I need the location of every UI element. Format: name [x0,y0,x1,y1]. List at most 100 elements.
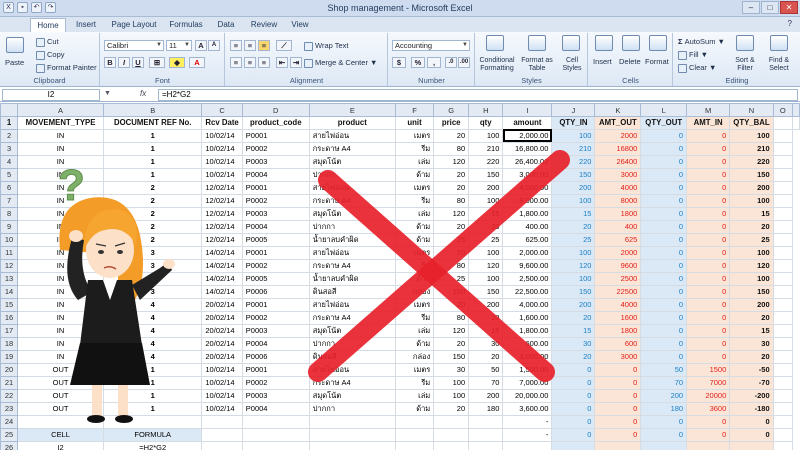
cell-n7[interactable]: 100 [729,193,774,208]
cell-e8[interactable]: สมุดโน้ต [308,206,396,221]
shrink-font-button[interactable]: A [208,40,220,51]
grow-font-button[interactable]: A [195,40,207,51]
increase-indent-icon[interactable]: ⇥ [290,57,302,68]
fx-icon[interactable]: fx [140,89,146,98]
cell-f2[interactable]: เมตร [394,128,435,143]
cell-m18[interactable]: 0 [686,336,731,351]
cell-m15[interactable]: 0 [686,297,731,312]
row-header[interactable]: 8 [0,206,19,221]
cell-g23[interactable]: 20 [433,401,470,416]
cell-d3[interactable]: P0002 [241,141,310,156]
cell-i22[interactable]: 20,000.00 [502,388,553,403]
namebox-dropdown-icon[interactable]: ▼ [104,90,111,97]
cell-f12[interactable]: รีม [394,258,435,273]
cell-e25[interactable] [308,427,396,442]
cell-m13[interactable]: 0 [686,271,731,286]
cell-g24[interactable] [433,414,470,429]
insert-button[interactable]: Insert [593,57,612,66]
cell-o17[interactable] [772,323,794,338]
cell-j21[interactable]: 0 [551,375,596,390]
cell-o24[interactable] [772,414,794,429]
cell-a6[interactable]: IN [17,180,105,195]
cell-n12[interactable]: 120 [729,258,774,273]
cell-f5[interactable]: ด้าม [394,167,435,182]
row-header[interactable]: 14 [0,284,19,299]
cell-j7[interactable]: 100 [551,193,596,208]
cell-j16[interactable]: 20 [551,310,596,325]
cell-d6[interactable]: P0001 [241,180,310,195]
cell-b2[interactable]: 1 [103,128,203,143]
copy-button[interactable]: Copy [36,50,65,60]
cell-e13[interactable]: น้ำยาลบคำผิด [308,271,396,286]
cell-o8[interactable] [772,206,794,221]
cell-j25[interactable]: 0 [551,427,596,442]
cell-b13[interactable]: 3 [103,271,203,286]
cell-g22[interactable]: 100 [433,388,470,403]
cell-n8[interactable]: 15 [729,206,774,221]
row-header[interactable]: 4 [0,154,19,169]
cell-h11[interactable]: 100 [468,245,504,260]
orientation-icon[interactable]: ⟋ [276,40,292,51]
cell-l14[interactable]: 0 [640,284,688,299]
row-header[interactable]: 12 [0,258,19,273]
delete-button[interactable]: Delete [619,57,641,66]
cell-m4[interactable]: 0 [686,154,731,169]
cell-o20[interactable] [772,362,794,377]
cell-i11[interactable]: 2,000.00 [502,245,553,260]
column-header-d[interactable]: D [241,103,310,117]
cell-b8[interactable]: 2 [103,206,203,221]
cell-c23[interactable]: 10/02/14 [201,401,243,416]
cell-h3[interactable]: 210 [468,141,504,156]
cell-m9[interactable]: 0 [686,219,731,234]
column-header-b[interactable]: B [103,103,203,117]
cell-c20[interactable]: 10/02/14 [201,362,243,377]
cell-g26[interactable] [433,440,470,450]
column-title[interactable]: product [308,116,396,130]
cell-h13[interactable]: 100 [468,271,504,286]
cell-j17[interactable]: 15 [551,323,596,338]
column-title[interactable] [772,116,794,130]
cell-d16[interactable]: P0002 [241,310,310,325]
cell-b15[interactable]: 4 [103,297,203,312]
cell-g8[interactable]: 120 [433,206,470,221]
cell-i24[interactable]: - [502,414,553,429]
cell-l22[interactable]: 200 [640,388,688,403]
row-header[interactable]: 26 [0,440,19,450]
cell-c13[interactable]: 14/02/14 [201,271,243,286]
cell-a17[interactable]: IN [17,323,105,338]
cell-l23[interactable]: 180 [640,401,688,416]
row-header[interactable]: 1 [0,116,19,130]
cell-d21[interactable]: P0002 [241,375,310,390]
column-title[interactable]: DOCUMENT REF No. [103,116,203,130]
cell-o14[interactable] [772,284,794,299]
cell-a10[interactable]: IN [17,232,105,247]
cell-n23[interactable]: -180 [729,401,774,416]
cell-f13[interactable]: ด้าม [394,271,435,286]
cell-n20[interactable]: -50 [729,362,774,377]
cell-a5[interactable]: IN [17,167,105,182]
cell-o26[interactable] [772,440,794,450]
cell-o23[interactable] [772,401,794,416]
cell-e11[interactable]: สายไฟอ่อน [308,245,396,260]
cell-n24[interactable]: 0 [729,414,774,429]
cell-b25[interactable]: FORMULA [103,427,203,442]
cell-j3[interactable]: 210 [551,141,596,156]
font-color-button[interactable]: A [189,57,205,68]
cell-n13[interactable]: 100 [729,271,774,286]
cell-b11[interactable]: 3 [103,245,203,260]
cell-n26[interactable] [729,440,774,450]
cell-f14[interactable]: กล่อง [394,284,435,299]
cell-n16[interactable]: 20 [729,310,774,325]
cell-k22[interactable]: 0 [594,388,642,403]
cell-j9[interactable]: 20 [551,219,596,234]
cell-m17[interactable]: 0 [686,323,731,338]
cell-n10[interactable]: 25 [729,232,774,247]
cell-d8[interactable]: P0003 [241,206,310,221]
column-title[interactable]: price [433,116,470,130]
cell-d19[interactable]: P0006 [241,349,310,364]
row-header[interactable]: 5 [0,167,19,182]
cell-l8[interactable]: 0 [640,206,688,221]
cell-l13[interactable]: 0 [640,271,688,286]
fill-button[interactable]: Fill ▼ [678,50,708,60]
cell-f19[interactable]: กล่อง [394,349,435,364]
